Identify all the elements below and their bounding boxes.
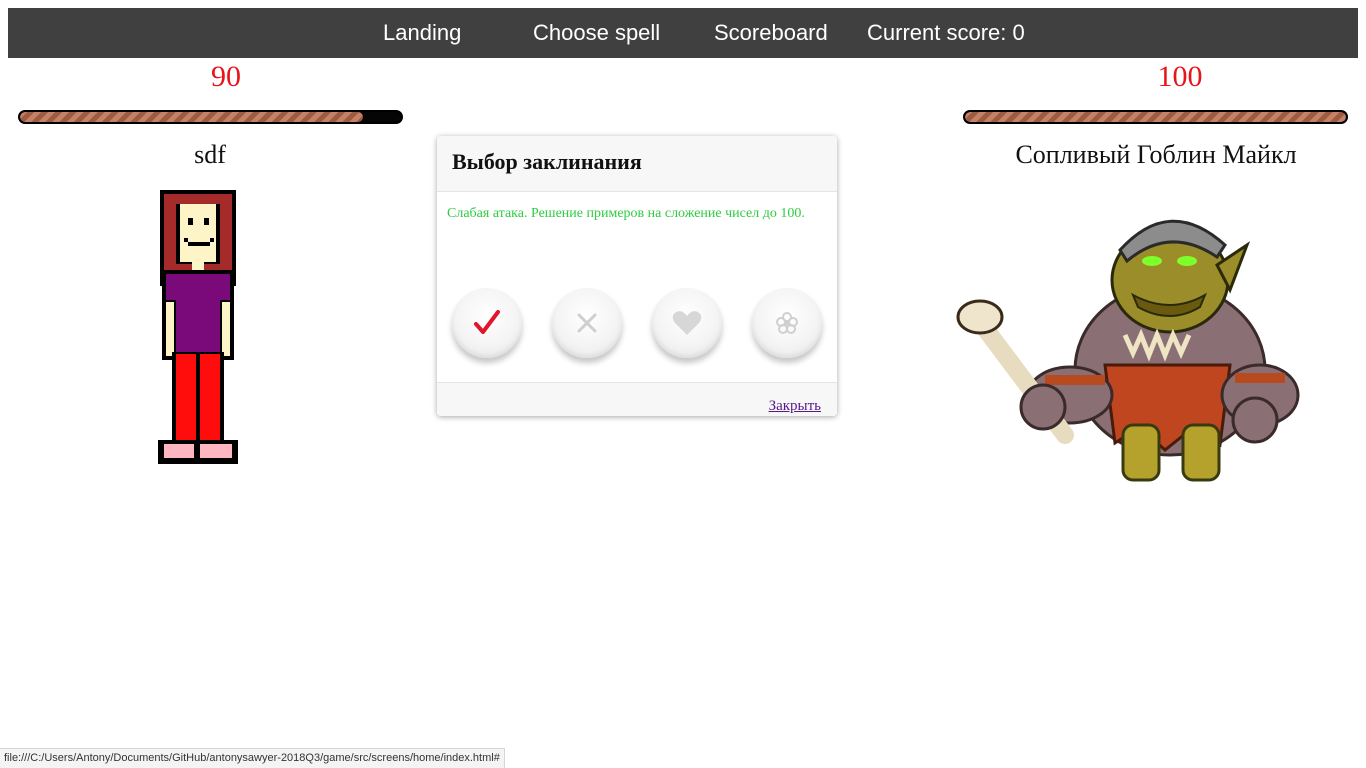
nav-scoreboard-link[interactable]: Scoreboard	[714, 8, 828, 58]
enemy-hp-fill	[965, 112, 1346, 122]
spell-choice-modal: Выбор заклинания Слабая атака. Решение п…	[437, 136, 837, 416]
player-hp-value: 90	[211, 60, 241, 93]
enemy-name: Сопливый Гоблин Майкл	[1015, 140, 1297, 169]
nav-choose-spell-link[interactable]: Choose spell	[533, 8, 660, 58]
cross-icon	[577, 313, 597, 333]
checkmark-icon	[474, 310, 500, 334]
browser-status-url: file:///C:/Users/Antony/Documents/GitHub…	[0, 748, 505, 768]
enemy-hp-bar	[963, 110, 1348, 124]
close-modal-link[interactable]: Закрыть	[769, 398, 821, 415]
flower-icon	[776, 312, 798, 334]
modal-title: Выбор заклинания	[452, 149, 642, 174]
player-hp-bar	[18, 110, 403, 124]
current-score-label: Current score: 0	[867, 20, 1025, 45]
heart-icon	[672, 311, 702, 335]
spell-button-attack[interactable]	[452, 288, 522, 358]
enemy-goblin-image	[956, 219, 1300, 482]
enemy-hp-value: 100	[1157, 60, 1203, 93]
nav-landing-link[interactable]: Landing	[383, 8, 461, 58]
spell-description: Слабая атака. Решение примеров на сложен…	[447, 206, 805, 221]
top-navbar: Landing Choose spell Scoreboard Current …	[8, 8, 1358, 58]
player-avatar	[158, 190, 238, 464]
spell-button-flower[interactable]	[752, 288, 822, 358]
modal-header: Выбор заклинания	[437, 136, 837, 192]
player-hp-fill	[20, 112, 363, 122]
player-name: sdf	[194, 140, 226, 169]
spell-button-heal[interactable]	[652, 288, 722, 358]
spell-button-cross[interactable]	[552, 288, 622, 358]
modal-footer: Закрыть	[437, 382, 837, 416]
